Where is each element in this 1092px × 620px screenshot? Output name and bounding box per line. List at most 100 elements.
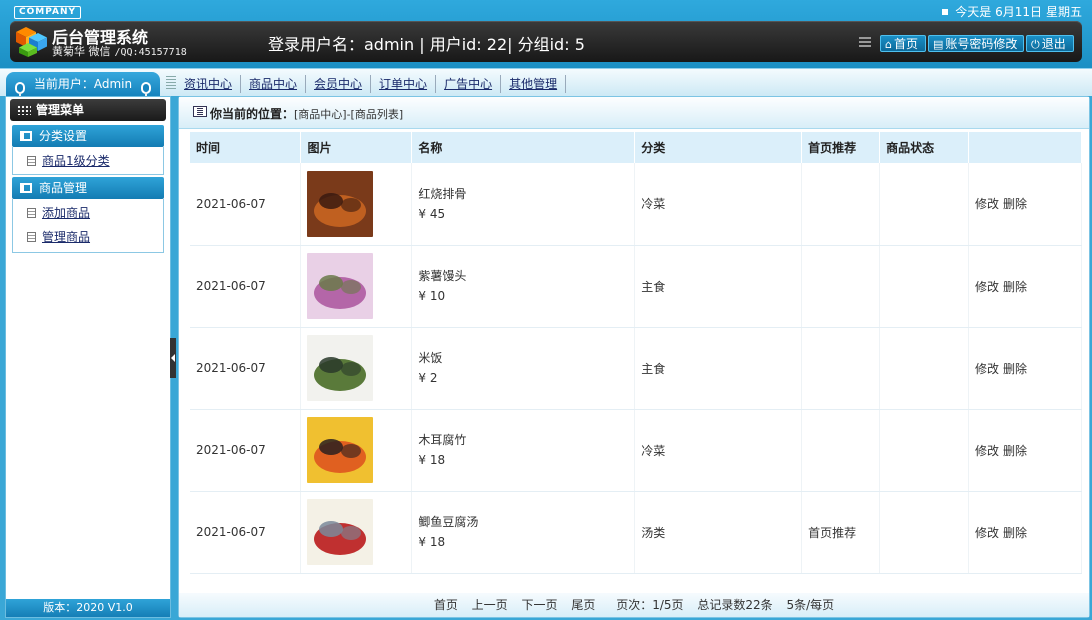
date-label: 今天是 6月11日 <box>955 5 1042 19</box>
top-nav: 资讯中心 商品中心 会员中心 订单中心 广告中心 其他管理 <box>166 75 567 93</box>
column-header: 商品状态 <box>879 132 970 163</box>
document-icon <box>27 208 36 218</box>
edit-link[interactable]: 修改 <box>975 444 999 458</box>
author-name: 黄菊华 微信 <box>52 45 111 58</box>
sidebar-item-manage-products[interactable]: 管理商品 <box>27 229 90 245</box>
home-button-label: 首页 <box>893 37 918 51</box>
edit-link[interactable]: 修改 <box>975 362 999 376</box>
group-title: 商品管理 <box>39 181 88 195</box>
product-image <box>307 499 374 565</box>
product-name: 鲫鱼豆腐汤 <box>418 515 479 529</box>
logout-button-label: 退出 <box>1041 37 1066 51</box>
status-cell <box>879 327 970 410</box>
collapse-sidebar-handle[interactable] <box>170 338 176 378</box>
next-page-link[interactable]: 下一页 <box>522 598 558 612</box>
login-info: 登录用户名：admin | 用户id: 22| 分组id: 5 <box>268 35 585 54</box>
delete-link[interactable]: 删除 <box>1003 362 1027 376</box>
breadcrumb-path: [商品中心]-[商品列表] <box>294 108 404 121</box>
recommend-cell <box>801 245 881 328</box>
image-cell <box>300 163 413 246</box>
group-box: 添加商品 管理商品 <box>12 199 164 253</box>
product-price: ¥ 18 <box>418 453 446 467</box>
edit-link[interactable]: 修改 <box>975 280 999 294</box>
table-row: 2021-06-07 木耳腐竹 ¥ 18 冷菜 修改 删除 <box>190 409 1082 492</box>
time-cell: 2021-06-07 <box>190 409 302 492</box>
image-cell <box>300 491 413 574</box>
product-image <box>307 170 374 237</box>
home-icon: ⌂ <box>885 38 892 51</box>
cube-logo-icon <box>16 27 47 57</box>
recommend-cell <box>801 163 881 246</box>
column-header: 首页推荐 <box>801 132 881 163</box>
name-cell: 紫薯馒头 ¥ 10 <box>411 245 636 328</box>
category-cell: 冷菜 <box>634 163 803 246</box>
sidebar-item-label: 商品1级分类 <box>42 154 110 168</box>
system-author: 黄菊华 微信/QQ:45157718 <box>52 43 187 59</box>
nav-item-members[interactable]: 会员中心 <box>306 75 372 93</box>
first-page-link[interactable]: 首页 <box>434 598 458 612</box>
actions-cell: 修改 删除 <box>968 409 1082 492</box>
main-panel: 你当前的位置： [商品中心]-[商品列表] 时间 图片 名称 分类 首页推荐 商… <box>178 96 1090 618</box>
home-button[interactable]: ⌂ 首页 <box>880 35 926 52</box>
power-icon: ⏻ <box>1031 38 1040 51</box>
prev-page-link[interactable]: 上一页 <box>472 598 508 612</box>
delete-link[interactable]: 删除 <box>1003 280 1027 294</box>
sidebar-item-label: 管理商品 <box>42 230 91 244</box>
table-body: 2021-06-07 红烧排骨 ¥ 45 冷菜 修改 删除 2021-06-07 紫薯馒头 ¥ … <box>190 163 1082 574</box>
nav-item-news[interactable]: 资讯中心 <box>176 75 242 93</box>
breadcrumb: 你当前的位置： [商品中心]-[商品列表] <box>179 97 1089 129</box>
group-category-settings[interactable]: 分类设置 <box>12 125 164 147</box>
account-button-label: 账号密码修改 <box>945 37 1018 51</box>
delete-link[interactable]: 删除 <box>1003 526 1027 540</box>
last-page-link[interactable]: 尾页 <box>571 598 595 612</box>
book-icon <box>20 183 32 193</box>
current-user-tab: 当前用户：Admin <box>6 72 160 96</box>
company-badge: COMPANY <box>14 6 81 19</box>
product-image <box>307 335 374 401</box>
product-table: 时间 图片 名称 分类 首页推荐 商品状态 2021-06-07 红烧排骨 ¥ 45… <box>190 132 1082 574</box>
category-cell: 冷菜 <box>634 409 803 492</box>
nav-item-ads[interactable]: 广告中心 <box>436 75 502 93</box>
status-cell <box>879 409 970 492</box>
table-row: 2021-06-07 米饭 ¥ 2 主食 修改 删除 <box>190 327 1082 410</box>
product-price: ¥ 45 <box>418 206 446 221</box>
category-cell: 主食 <box>634 327 803 410</box>
time-cell: 2021-06-07 <box>190 327 302 410</box>
grid-icon <box>17 105 31 115</box>
delete-link[interactable]: 删除 <box>1003 197 1027 211</box>
total-records: 总记录数22条 <box>697 598 773 612</box>
delete-link[interactable]: 删除 <box>1003 444 1027 458</box>
sidebar-item-level1-category[interactable]: 商品1级分类 <box>27 153 110 169</box>
nav-item-other[interactable]: 其他管理 <box>501 75 567 93</box>
version-label: 版本：2020 V1.0 <box>6 599 170 617</box>
group-product-management[interactable]: 商品管理 <box>12 177 164 199</box>
product-name: 米饭 <box>418 351 443 365</box>
document-icon <box>27 232 36 242</box>
menu-title-label: 管理菜单 <box>36 103 85 117</box>
menu-title: 管理菜单 <box>10 99 166 121</box>
sidebar-item-label: 添加商品 <box>42 206 91 220</box>
image-cell <box>300 327 413 410</box>
actions-cell: 修改 删除 <box>968 327 1082 410</box>
name-cell: 木耳腐竹 ¥ 18 <box>411 409 636 492</box>
author-qq: /QQ:45157718 <box>114 47 187 58</box>
logout-button[interactable]: ⏻ 退出 <box>1026 35 1074 52</box>
nav-item-orders[interactable]: 订单中心 <box>371 75 437 93</box>
edit-link[interactable]: 修改 <box>975 197 999 211</box>
edit-link[interactable]: 修改 <box>975 526 999 540</box>
sub-bar: 当前用户：Admin 资讯中心 商品中心 会员中心 订单中心 广告中心 其他管理 <box>0 68 1092 104</box>
sidebar-item-add-product[interactable]: 添加商品 <box>27 205 90 221</box>
nav-item-products[interactable]: 商品中心 <box>241 75 307 93</box>
document-icon: ▤ <box>933 38 944 51</box>
time-cell: 2021-06-07 <box>190 163 302 246</box>
recommend-cell: 首页推荐 <box>801 491 881 574</box>
table-row: 2021-06-07 紫薯馒头 ¥ 10 主食 修改 删除 <box>190 245 1082 328</box>
date-line: 今天是 6月11日 星期五 <box>942 3 1082 20</box>
status-cell <box>879 491 970 574</box>
product-price: ¥ 18 <box>418 535 446 549</box>
header: COMPANY 今天是 6月11日 星期五 后台管理系统 黄菊华 微信/QQ:45… <box>0 0 1092 68</box>
group-title: 分类设置 <box>39 129 88 143</box>
pagination: 首页 上一页 下一页 尾页 页次：1/5页 总记录数22条 5条/每页 <box>179 593 1089 617</box>
recommend-cell <box>801 327 881 410</box>
account-password-button[interactable]: ▤ 账号密码修改 <box>928 35 1024 52</box>
